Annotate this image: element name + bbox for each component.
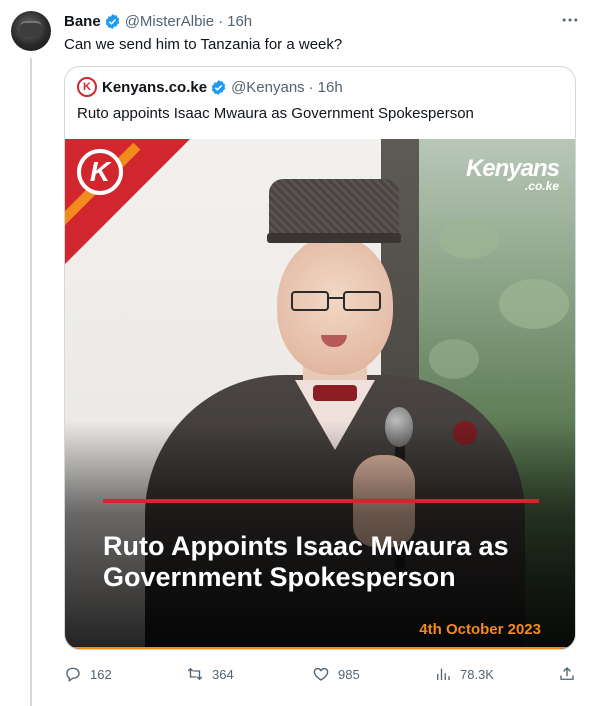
quote-time[interactable]: 16h [318,79,343,96]
kenyans-logo-icon: K [77,149,123,195]
retweet-count: 364 [212,666,234,682]
share-button[interactable] [558,662,584,686]
quote-author-handle[interactable]: @Kenyans [231,79,305,96]
retweet-icon [187,667,203,681]
analytics-icon [437,668,450,680]
reply-count: 162 [90,666,112,682]
author-handle[interactable]: @MisterAlbie [125,13,214,30]
reply-button[interactable]: 162 [64,662,112,686]
author-name[interactable]: Bane [64,13,101,30]
share-icon [560,667,574,680]
brand-bottom-bar [65,647,575,649]
quote-text: Ruto appoints Isaac Mwaura as Government… [77,105,474,122]
thread-line [30,58,32,706]
like-button[interactable]: 985 [312,662,360,686]
view-count: 78.3K [460,666,494,682]
reply-icon [66,667,80,683]
image-headline: Ruto Appoints Isaac Mwaura as Government… [103,531,509,592]
verified-badge-icon [105,13,119,29]
heart-icon [313,667,329,681]
quote-media-image[interactable]: K Kenyans .co.ke Ruto Appoints Isaac Mwa… [65,139,575,649]
separator-dot: · [218,12,224,30]
like-count: 985 [338,666,360,682]
verified-badge-icon [211,79,226,95]
action-bar: 162 364 985 78.3K [64,662,584,686]
more-options-icon[interactable] [560,10,580,30]
tweet-header: Bane @MisterAlbie · 16h [64,11,252,31]
avatar[interactable] [11,11,51,51]
quoted-tweet[interactable]: K Kenyans.co.ke @Kenyans · 16h Ruto appo… [64,66,576,650]
quote-header: K Kenyans.co.ke @Kenyans · 16h [77,77,343,97]
views-button[interactable]: 78.3K [434,662,494,686]
separator-dot: · [308,78,314,96]
image-date: 4th October 2023 [419,621,541,638]
retweet-button[interactable]: 364 [186,662,234,686]
avatar-mask-shape [20,21,42,37]
tweet-time[interactable]: 16h [227,13,252,30]
quote-author-name[interactable]: Kenyans.co.ke [102,79,207,96]
watermark: Kenyans .co.ke [466,155,560,193]
quote-avatar[interactable]: K [77,77,97,97]
tweet-text: Can we send him to Tanzania for a week? [64,36,343,53]
headline-rule [103,499,539,503]
